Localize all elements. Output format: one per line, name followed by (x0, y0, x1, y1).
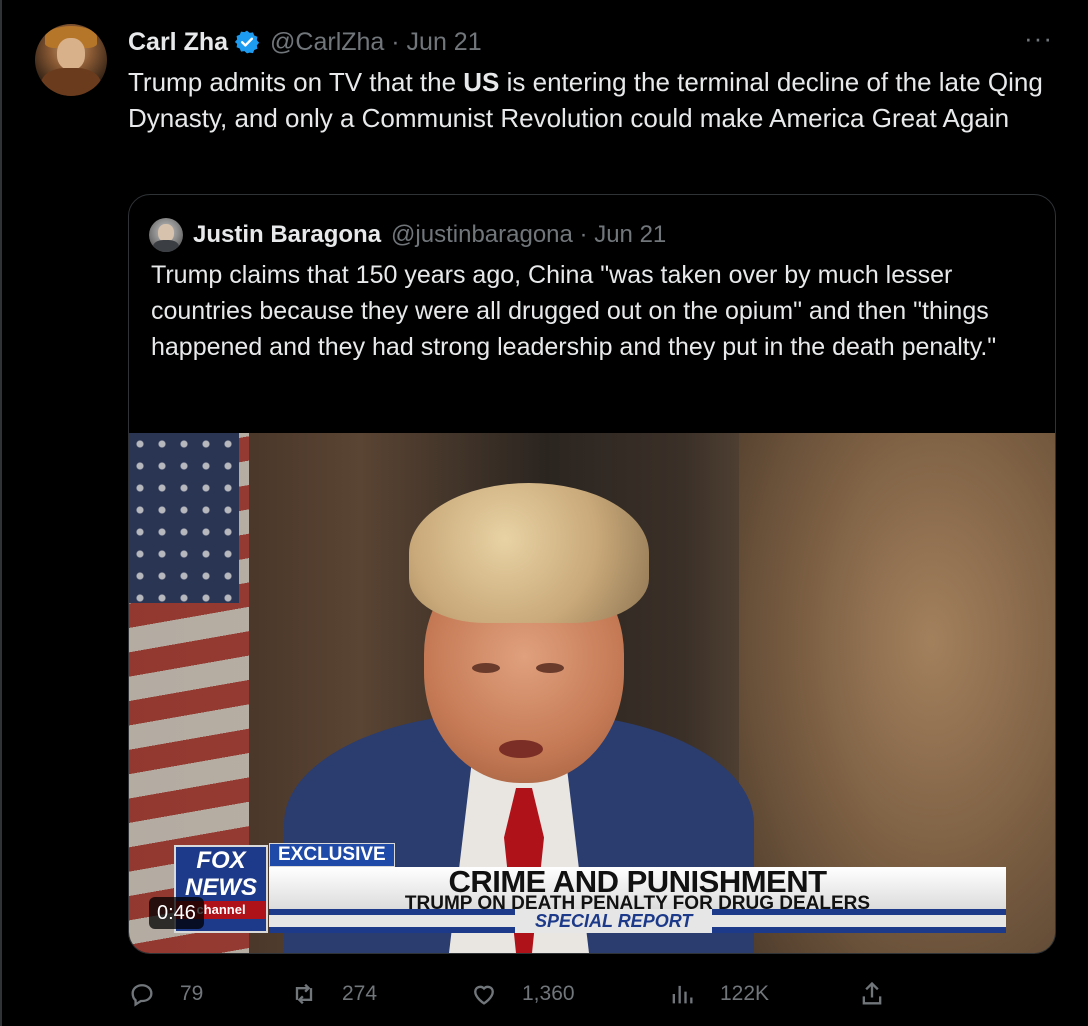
lower-third-graphic: EXCLUSIVE CRIME AND PUNISHMENT TRUMP ON … (269, 843, 1006, 933)
author-name[interactable]: Carl Zha (128, 28, 228, 57)
quoted-author-name[interactable]: Justin Baragona (193, 221, 381, 249)
share-icon (862, 981, 882, 1005)
repost-count: 274 (342, 982, 378, 1005)
segment-label: SPECIAL REPORT (515, 909, 713, 933)
reply-count: 79 (180, 982, 204, 1005)
video-duration: 0:46 (149, 897, 204, 929)
quoted-avatar-body (153, 240, 179, 252)
quoted-author-handle[interactable]: @justinbaragona (391, 221, 573, 249)
headline-banner: CRIME AND PUNISHMENT TRUMP ON DEATH PENA… (269, 864, 1006, 913)
quoted-text: Trump claims that 150 years ago, China "… (151, 261, 997, 361)
avatar-face (57, 38, 85, 70)
timeline-divider (0, 0, 2, 1026)
views-button[interactable]: 122K (668, 978, 769, 1010)
headline-title: CRIME AND PUNISHMENT (448, 864, 827, 899)
tweet[interactable]: Carl Zha @CarlZha · Jun 21 ··· Trump adm… (0, 0, 1088, 1026)
author-avatar[interactable] (35, 24, 107, 96)
tweet-text-bold: US (463, 67, 500, 97)
quoted-date[interactable]: Jun 21 (594, 221, 666, 249)
tweet-text: Trump admits on TV that the US is enteri… (128, 64, 1058, 136)
reply-icon (131, 984, 153, 1007)
speaker-mouth (499, 740, 543, 758)
segment-stripe: SPECIAL REPORT (269, 909, 1006, 933)
quoted-author-avatar[interactable] (149, 218, 183, 252)
quoted-tweet[interactable]: Justin Baragona @justinbaragona · Jun 21… (128, 194, 1056, 954)
avatar-robe (41, 68, 101, 96)
reply-button[interactable]: 79 (128, 978, 203, 1010)
speaker-eye-left (472, 663, 500, 673)
video-player[interactable]: FOX NEWS channel EXCLUSIVE CRIME AND PUN… (129, 433, 1055, 953)
action-bar: 79 274 1,360 122K (128, 978, 908, 1010)
tweet-text-part-1: Trump admits on TV that the (128, 67, 464, 97)
logo-line-1: FOX (196, 847, 246, 874)
like-count: 1,360 (522, 982, 575, 1005)
speaker-eye-right (536, 663, 564, 673)
author-handle[interactable]: @CarlZha (270, 28, 384, 57)
tweet-date[interactable]: Jun 21 (407, 28, 482, 57)
heart-icon (474, 985, 494, 1005)
more-options-icon[interactable]: ··· (1024, 25, 1054, 58)
quoted-header: Justin Baragona @justinbaragona · Jun 21 (193, 218, 666, 252)
view-count: 122K (720, 982, 770, 1005)
share-button[interactable] (858, 978, 910, 1010)
speaker-hair (409, 483, 649, 623)
exclusive-tag: EXCLUSIVE (269, 843, 395, 867)
views-icon (672, 985, 693, 1004)
tweet-header: Carl Zha @CarlZha · Jun 21 (128, 26, 482, 58)
header-separator: · (384, 27, 407, 56)
quoted-header-separator: · (572, 221, 595, 248)
verified-badge-icon[interactable] (234, 29, 260, 55)
repost-button[interactable]: 274 (290, 978, 377, 1010)
like-button[interactable]: 1,360 (470, 978, 575, 1010)
repost-icon (295, 983, 313, 1005)
